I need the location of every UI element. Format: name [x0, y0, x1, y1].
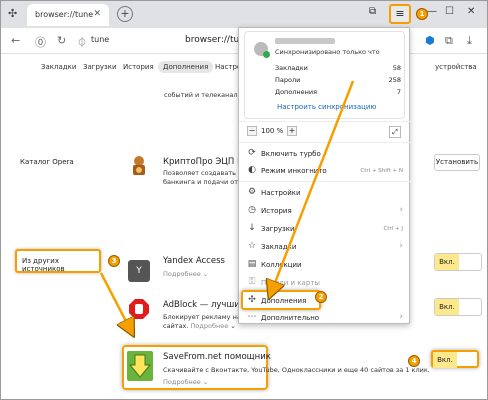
yandex-access-icon: Y	[128, 260, 150, 282]
extension-icon[interactable]: ⬢	[425, 34, 435, 47]
menu-button[interactable]: ≡	[389, 4, 411, 24]
tab-history[interactable]: История	[123, 63, 154, 71]
tab-bookmarks[interactable]: Закладки	[41, 63, 76, 71]
ext-title-savefrom: SaveFrom.net помощник	[163, 352, 271, 362]
collections-icon: ▤	[247, 259, 257, 269]
download-icon: ↓	[248, 223, 256, 233]
bookmark-icon[interactable]: ⧉	[369, 6, 376, 17]
stat-value: 58	[392, 64, 401, 72]
back-icon[interactable]: ←	[11, 34, 20, 47]
stat-label: Закладки	[275, 64, 308, 72]
puzzle-icon: ✣	[248, 295, 256, 305]
star-icon: ☆	[247, 241, 257, 251]
browser-window: ✣ browser://tune ✕ + ⧉ ≡ — ☐ ✕ ← ⓪ ↻ ⏀ t…	[0, 0, 488, 400]
more-link-savefrom[interactable]: Подробнее ⌄	[163, 378, 208, 386]
ext-title-adblock: AdBlock — лучший	[163, 300, 246, 310]
sync-status: Синхронизировано только что	[275, 48, 380, 56]
menu-item-downloads[interactable]: ↓ Загрузки Ctrl + J	[239, 220, 411, 237]
section-other-sources-frame: Из других источников	[15, 249, 101, 273]
fullscreen-icon[interactable]: ⤢	[389, 126, 401, 138]
ext-title-cryptopro: КриптоПро ЭЦП Ин	[163, 157, 249, 167]
sync-ok-icon	[263, 51, 270, 58]
savefrom-icon	[127, 351, 153, 381]
tab-tune[interactable]: browser://tune ✕	[27, 4, 109, 26]
step-badge-4: 4	[408, 355, 420, 367]
download-icon[interactable]: ⤓	[467, 34, 472, 48]
zoom-in-button[interactable]: +	[287, 126, 297, 136]
step-badge-1: 1	[416, 8, 428, 20]
tab-downloads[interactable]: Загрузки	[83, 63, 117, 71]
cryptopro-icon	[129, 155, 149, 175]
zoom-row: − 100 % + ⤢	[239, 121, 411, 143]
tab-extensions[interactable]: Дополнения	[158, 61, 214, 73]
chevron-right-icon: ›	[399, 241, 403, 251]
incognito-icon: ◐	[248, 165, 256, 175]
menu-item-incognito[interactable]: ◐ Режим инкогнито Ctrl + Shift + N	[239, 162, 411, 179]
sync-panel: Синхронизировано только что Закладки 58 …	[244, 31, 405, 119]
toggle-savefrom[interactable]: Вкл.	[431, 350, 479, 368]
history-icon: ◷	[248, 205, 256, 215]
arrow-other-sources-to-savefrom	[99, 272, 131, 331]
new-tab-button[interactable]: +	[117, 6, 133, 22]
reload-icon[interactable]: ↻	[57, 34, 66, 47]
toggle-yandex-access[interactable]: Вкл.	[434, 253, 482, 271]
section-catalog-opera: Каталог Opera	[20, 158, 74, 166]
menu-item-collections[interactable]: ▤ Коллекции	[239, 256, 411, 273]
close-icon[interactable]: ✕	[93, 9, 101, 19]
maximize-button[interactable]: ☐	[445, 6, 454, 17]
more-icon: ⋯	[247, 312, 257, 322]
ext-title-yandex-access: Yandex Access	[163, 256, 225, 266]
menu-item-turbo[interactable]: ⟳ Включить турбо	[239, 145, 411, 162]
window-close-button[interactable]: ✕	[467, 6, 475, 17]
puzzle-icon[interactable]: ✣	[8, 7, 17, 20]
adblock-icon	[128, 298, 149, 319]
chevron-right-icon: ›	[399, 205, 403, 215]
stat-label: Пароли	[275, 76, 301, 84]
section-other-sources: Из других источников	[22, 257, 65, 273]
zoom-out-button[interactable]: −	[247, 126, 257, 136]
step-badge-2: 2	[315, 291, 327, 303]
username-blurred	[275, 38, 335, 44]
stat-value: 7	[396, 88, 401, 96]
menu-item-history[interactable]: ◷ История ›	[239, 202, 411, 219]
stat-label: Дополнения	[275, 88, 318, 96]
turbo-icon: ⟳	[248, 148, 256, 158]
fragment-text: событий и телеканал	[164, 91, 238, 99]
step-badge-3: 3	[108, 255, 120, 267]
url-label: tune	[91, 35, 110, 44]
zoom-level: 100 %	[261, 127, 284, 135]
ext-desc-cryptopro: Позволяет создавать и п банкинга и подачи…	[163, 169, 249, 186]
menu-divider	[239, 181, 411, 182]
stat-value: 258	[388, 76, 401, 84]
menu-item-advanced[interactable]: ⋯ Дополнительно ›	[239, 309, 411, 326]
gear-icon: ⚙	[247, 187, 257, 197]
tab-bar: ✣ browser://tune ✕ + ⧉ ≡ — ☐ ✕	[1, 1, 487, 28]
install-button[interactable]: Установить	[434, 154, 480, 171]
chevron-right-icon: ›	[399, 312, 403, 322]
tab-devices[interactable]: устройства	[435, 63, 477, 71]
menu-item-extensions[interactable]: ✣ Дополнения	[241, 290, 321, 310]
menu-item-passwords[interactable]: ⚿ Пароли и карты	[239, 274, 411, 291]
yandex-icon[interactable]: ⓪	[35, 34, 46, 50]
key-icon: ⚿	[248, 277, 256, 287]
toggle-adblock[interactable]: Вкл.	[434, 298, 482, 316]
menu-item-settings[interactable]: ⚙ Настройки	[239, 184, 411, 201]
tab-title: browser://tune	[35, 10, 94, 19]
ext-desc-savefrom: Скачивайте с Вконтакте, YouTube, Однокла…	[163, 366, 430, 374]
minimize-button[interactable]: —	[427, 6, 437, 17]
bookmark-manager-icon[interactable]: ⧉	[445, 34, 453, 48]
ext-desc-adblock: Блокирует рекламу на сайтах. Подробнее ⌄	[163, 313, 241, 330]
menu-item-bookmarks[interactable]: ☆ Закладки ›	[239, 238, 411, 255]
sync-settings-link[interactable]: Настроить синхронизацию	[277, 103, 376, 111]
lock-icon: ⏀	[77, 38, 87, 49]
more-link-yandex-access[interactable]: Подробнее ⌄	[163, 270, 208, 278]
main-menu: Синхронизировано только что Закладки 58 …	[238, 27, 411, 326]
